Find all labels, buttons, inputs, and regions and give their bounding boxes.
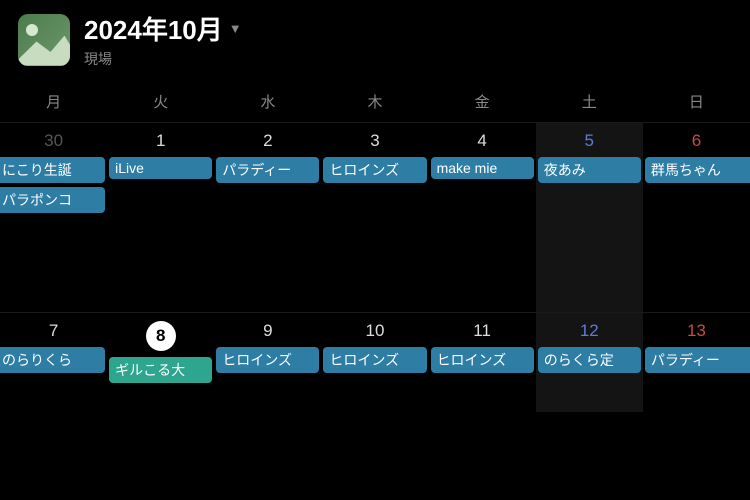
calendar-event[interactable]: ギルこる大 [109, 357, 212, 383]
calendar-event[interactable]: にこり生誕 [0, 157, 105, 183]
day-number: 6 [643, 131, 750, 151]
weekday-label: 月 [0, 91, 107, 112]
chevron-down-icon: ▼ [229, 21, 242, 36]
calendar-grid: 30にこり生誕パラポンコ1iLive2パラディー3ヒロインズ4make mie5… [0, 122, 750, 412]
day-cell[interactable]: 9 ヒロインズ [214, 312, 321, 412]
weekday-label: 土 [536, 91, 643, 112]
calendar-event[interactable]: パラディー [216, 157, 319, 183]
day-number: 11 [429, 321, 536, 341]
calendar-name: 現場 [84, 49, 242, 69]
day-cell[interactable]: 6 群馬ちゃん [643, 122, 750, 312]
calendar-event[interactable]: ヒロインズ [323, 347, 426, 373]
weekday-row: 月 火 水 木 金 土 日 [0, 83, 750, 122]
calendar-event[interactable]: make mie [431, 157, 534, 179]
calendar-event[interactable]: ヒロインズ [431, 347, 534, 373]
calendar-header: 2024年10月 ▼ 現場 [0, 0, 750, 83]
weekday-label: 火 [107, 91, 214, 112]
weekday-label: 日 [643, 91, 750, 112]
day-number: 8 [107, 321, 214, 351]
day-number: 3 [321, 131, 428, 151]
day-cell[interactable]: 11 ヒロインズ [429, 312, 536, 412]
day-cell[interactable]: 7 のらりくら [0, 312, 107, 412]
calendar-photo-icon [18, 14, 70, 66]
day-number: 10 [321, 321, 428, 341]
day-cell[interactable]: 8 ギルこる大 [107, 312, 214, 412]
calendar-event[interactable]: のらくら定 [538, 347, 641, 373]
calendar-event[interactable]: パラポンコ [0, 187, 105, 213]
month-title: 2024年10月 [84, 10, 223, 47]
day-cell[interactable]: 3 ヒロインズ [321, 122, 428, 312]
day-number: 2 [214, 131, 321, 151]
day-cell[interactable]: 2 パラディー [214, 122, 321, 312]
weekday-label: 水 [214, 91, 321, 112]
day-number: 9 [214, 321, 321, 341]
day-cell[interactable]: 4 make mie [429, 122, 536, 312]
day-cell[interactable]: 30 にこり生誕パラポンコ [0, 122, 107, 312]
calendar-event[interactable]: ヒロインズ [216, 347, 319, 373]
calendar-event[interactable]: パラディー [645, 347, 750, 373]
day-number: 1 [107, 131, 214, 151]
month-selector[interactable]: 2024年10月 ▼ [84, 10, 242, 47]
calendar-event[interactable]: 群馬ちゃん [645, 157, 750, 183]
day-number: 7 [0, 321, 107, 341]
day-number: 30 [0, 131, 107, 151]
weekday-label: 金 [429, 91, 536, 112]
weekday-label: 木 [321, 91, 428, 112]
day-cell[interactable]: 5 夜あみ [536, 122, 643, 312]
calendar-event[interactable]: ヒロインズ [323, 157, 426, 183]
day-cell[interactable]: 13 パラディー [643, 312, 750, 412]
day-cell[interactable]: 12 のらくら定 [536, 312, 643, 412]
day-number: 5 [536, 131, 643, 151]
calendar-event[interactable]: iLive [109, 157, 212, 179]
day-number: 4 [429, 131, 536, 151]
day-number: 12 [536, 321, 643, 341]
day-cell[interactable]: 10 ヒロインズ [321, 312, 428, 412]
calendar-event[interactable]: のらりくら [0, 347, 105, 373]
day-number: 13 [643, 321, 750, 341]
day-cell[interactable]: 1 iLive [107, 122, 214, 312]
calendar-event[interactable]: 夜あみ [538, 157, 641, 183]
